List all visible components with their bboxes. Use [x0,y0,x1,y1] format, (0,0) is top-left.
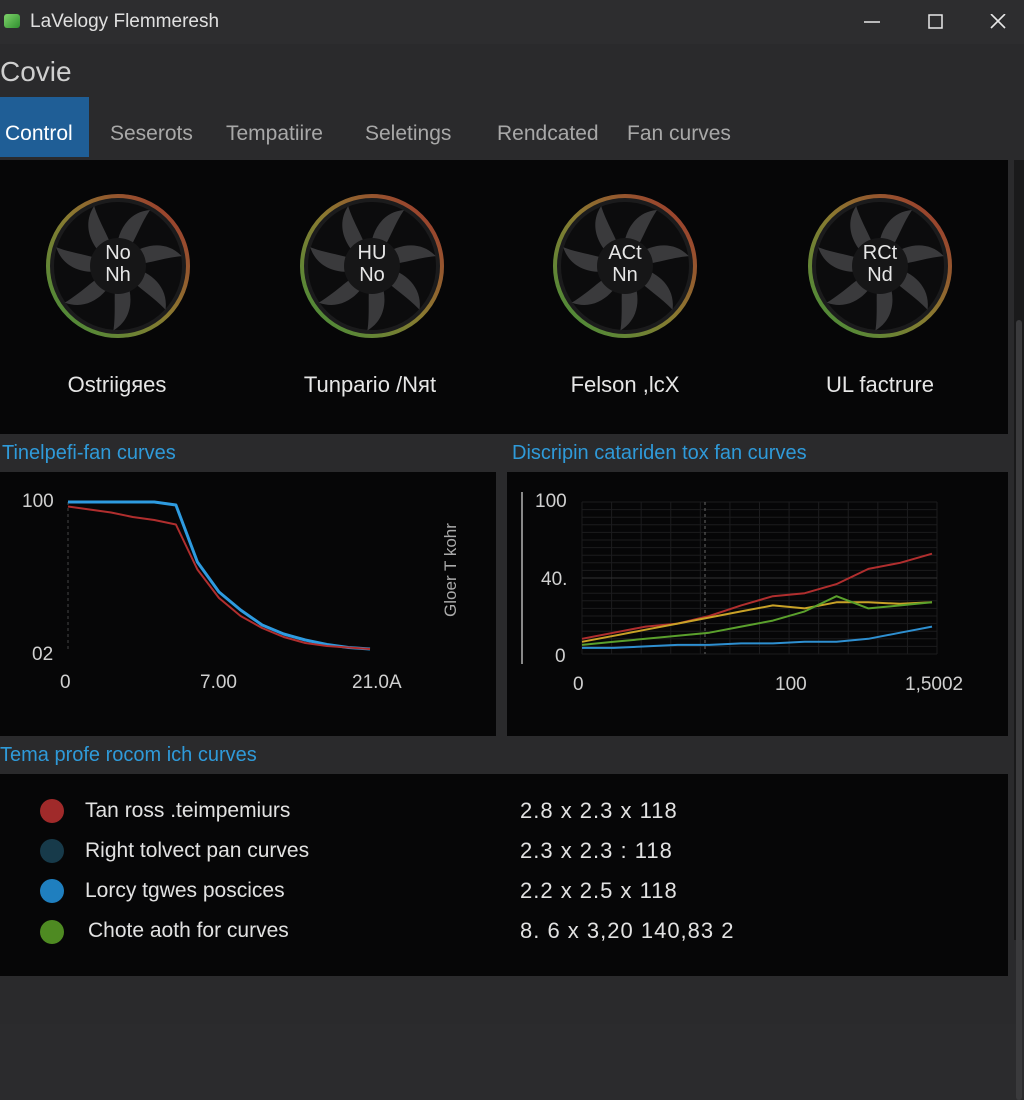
title-bar: LaVelogy Flemmeresh [0,0,1024,44]
profile-value: 2.3 x 2.3 : 118 [520,838,673,863]
x-tick-label: 0 [60,672,71,693]
vertical-scrollbar[interactable] [1014,160,1024,1100]
info-header: Tema profe rocom ich curves [0,744,257,766]
profile-label: Lorcy tgwes poscices [85,879,285,902]
minimize-button[interactable] [844,6,900,38]
fan-value-top: No [105,242,131,264]
fan-dial[interactable]: No Nh [42,190,194,342]
fan-value-bottom: No [359,264,385,286]
fan-dial[interactable]: RCt Nd [804,190,956,342]
fan-value-top: RCt [862,242,898,264]
tab-control[interactable]: Control [0,97,89,157]
series-line [582,625,933,649]
y-tick-label: 0 [555,646,566,667]
close-icon [990,13,1006,29]
right-chart-header: Discripin catariden tox fan curves [512,442,807,464]
page-title: Covie [0,56,72,87]
legend-dot [40,799,64,823]
series-line [68,500,371,651]
window-title: LaVelogy Flemmeresh [30,11,220,32]
profile-label: Right tolvect pan curves [85,839,310,862]
x-tick-label: 0 [573,674,584,695]
x-tick-label: 1,5002 [905,674,964,695]
left-chart-panel: 100 02 0 7.00 21.0A Gloer T kohr [0,472,496,736]
fan-label: UL factrure [825,372,934,397]
fan-value-top: ACt [608,242,642,264]
fan-panel: No Nh Ostriigяes HU No Tunpario /Nяt ACt… [0,160,1008,434]
profile-label: Tan ross .teimpemiurs [85,799,291,822]
profile-value: 2.2 x 2.5 x 118 [520,878,678,903]
side-axis-label: Gloer T kohr [441,523,460,617]
fan-value-bottom: Nd [867,264,893,286]
y-tick-label: 100 [535,491,567,512]
tab-fan-curves[interactable]: Fan curves [627,97,731,157]
x-tick-label: 7.00 [200,672,237,693]
maximize-button[interactable] [908,6,964,38]
tab-rendcated[interactable]: Rendcated [497,97,599,157]
profile-value: 2.8 x 2.3 x 118 [520,798,678,823]
right-fan-curve-chart [521,492,938,664]
series-line [581,552,933,640]
y-tick-label: 40. [541,569,568,590]
profile-label: Chote aoth for curves [88,919,289,942]
legend-dot [40,920,64,944]
app-icon [4,14,20,28]
fan-value-bottom: Nn [612,264,638,286]
fan-label: Tunpario /Nяt [303,372,437,397]
right-chart-panel: 100 40. 0 0 100 1,5002 [507,472,1008,736]
scrollbar-thumb[interactable] [1016,320,1022,1100]
curve-profile-panel: Tan ross .teimpemiurs 2.8 x 2.3 x 118 Ri… [0,774,1008,976]
legend-dot [40,879,64,903]
legend-dot [40,839,64,863]
fan-value-bottom: Nh [105,264,131,286]
x-tick-label: 100 [775,674,807,695]
fan-label: Ostriigяes [67,372,167,397]
fan-dial[interactable]: ACt Nn [549,190,701,342]
tab-seletings[interactable]: Seletings [365,97,451,157]
y-tick-label: 02 [32,644,54,665]
fan-dial[interactable]: HU No [296,190,448,342]
tab-seserots[interactable]: Seserots [110,97,193,157]
maximize-icon [928,14,943,29]
fan-label: Felson ,lcX [570,372,680,397]
y-tick-label: 100 [22,491,54,512]
profile-value: 8. 6 x 3,20 140,83 2 [520,918,735,943]
minimize-icon [864,21,880,23]
tab-bar: Control Seserots Tempatiire Seletings Re… [0,97,1024,157]
series-line [67,505,371,650]
tab-tempatiire[interactable]: Tempatiire [226,97,323,157]
x-tick-label: 21.0A [352,672,402,693]
left-chart-header: Tinelpefi-fan curves [2,442,176,464]
fan-value-top: HU [357,242,387,264]
close-button[interactable] [970,6,1024,38]
left-fan-curve-chart [67,500,371,652]
